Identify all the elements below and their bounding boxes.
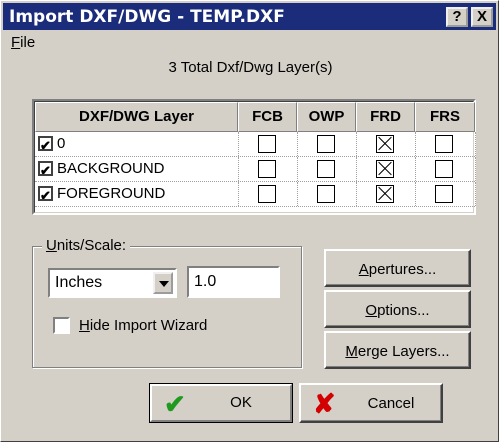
- cell-frs: [415, 157, 476, 181]
- hide-import-wizard-checkbox[interactable]: [53, 317, 70, 334]
- column-header-frd[interactable]: FRD: [356, 102, 415, 132]
- owp-checkbox[interactable]: [317, 135, 335, 153]
- window-title: Import DXF/DWG - TEMP.DXF: [9, 7, 285, 27]
- cell-frs: [415, 132, 476, 156]
- fcb-checkbox[interactable]: [258, 160, 276, 178]
- help-button[interactable]: ?: [446, 7, 468, 27]
- column-header-layer[interactable]: DXF/DWG Layer: [35, 102, 238, 132]
- chevron-down-icon[interactable]: [153, 272, 173, 294]
- column-header-frs[interactable]: FRS: [415, 102, 475, 132]
- layer-name: FOREGROUND: [57, 185, 166, 202]
- column-header-fcb[interactable]: FCB: [238, 102, 297, 132]
- units-scale-group: [32, 246, 302, 368]
- scale-input[interactable]: 1.0: [187, 266, 280, 298]
- cell-frd: [356, 182, 416, 206]
- layer-count-label: 3 Total Dxf/Dwg Layer(s): [168, 59, 333, 76]
- cell-fcb: [238, 182, 298, 206]
- cell-frd: [356, 132, 416, 156]
- layer-name: BACKGROUND: [57, 160, 165, 177]
- cell-owp: [297, 182, 357, 206]
- options-button[interactable]: Options...: [324, 290, 471, 328]
- owp-checkbox[interactable]: [317, 185, 335, 203]
- cancel-button[interactable]: ✘ Cancel: [299, 383, 443, 423]
- hide-import-wizard-label[interactable]: Hide Import Wizard: [79, 317, 207, 334]
- menu-bar: File: [3, 31, 496, 55]
- table-row[interactable]: FOREGROUND: [35, 182, 476, 208]
- frd-checkbox[interactable]: [376, 160, 394, 178]
- frs-checkbox[interactable]: [435, 135, 453, 153]
- merge-layers-button[interactable]: Merge Layers...: [324, 331, 471, 369]
- frd-checkbox[interactable]: [376, 135, 394, 153]
- fcb-checkbox[interactable]: [258, 135, 276, 153]
- frs-checkbox[interactable]: [435, 160, 453, 178]
- frd-checkbox[interactable]: [376, 185, 394, 203]
- layer-name-cell: 0: [35, 132, 239, 158]
- cell-owp: [297, 157, 357, 181]
- layer-name-cell: BACKGROUND: [35, 157, 239, 183]
- x-icon: ✘: [313, 389, 336, 419]
- units-scale-label: Units/Scale:: [42, 237, 131, 254]
- cell-frs: [415, 182, 476, 206]
- cell-fcb: [238, 157, 298, 181]
- checkmark-icon: ✔: [164, 389, 186, 419]
- layer-enable-checkbox[interactable]: [38, 184, 53, 208]
- cell-frd: [356, 157, 416, 181]
- table-row[interactable]: 0: [35, 132, 476, 158]
- fcb-checkbox[interactable]: [258, 185, 276, 203]
- units-select-value: Inches: [55, 274, 103, 291]
- cell-fcb: [238, 132, 298, 156]
- owp-checkbox[interactable]: [317, 160, 335, 178]
- import-dialog: Import DXF/DWG - TEMP.DXF ? X File 3 Tot…: [0, 0, 499, 442]
- frs-checkbox[interactable]: [435, 185, 453, 203]
- column-header-owp[interactable]: OWP: [297, 102, 356, 132]
- layer-name-cell: FOREGROUND: [35, 182, 239, 208]
- menu-file[interactable]: File: [11, 34, 35, 51]
- ok-button[interactable]: ✔ OK: [149, 383, 293, 423]
- title-bar[interactable]: Import DXF/DWG - TEMP.DXF ? X: [3, 3, 496, 30]
- layer-enable-checkbox[interactable]: [38, 159, 53, 183]
- units-select[interactable]: Inches: [48, 268, 177, 298]
- layer-name: 0: [57, 135, 66, 152]
- scale-input-value: 1.0: [194, 273, 217, 290]
- layer-enable-checkbox[interactable]: [38, 134, 53, 158]
- layer-table: DXF/DWG Layer FCB OWP FRD FRS 0 BACKGROUN…: [32, 99, 476, 215]
- table-row[interactable]: BACKGROUND: [35, 157, 476, 183]
- close-button[interactable]: X: [471, 7, 493, 27]
- cell-owp: [297, 132, 357, 156]
- apertures-button[interactable]: Apertures...: [324, 249, 471, 287]
